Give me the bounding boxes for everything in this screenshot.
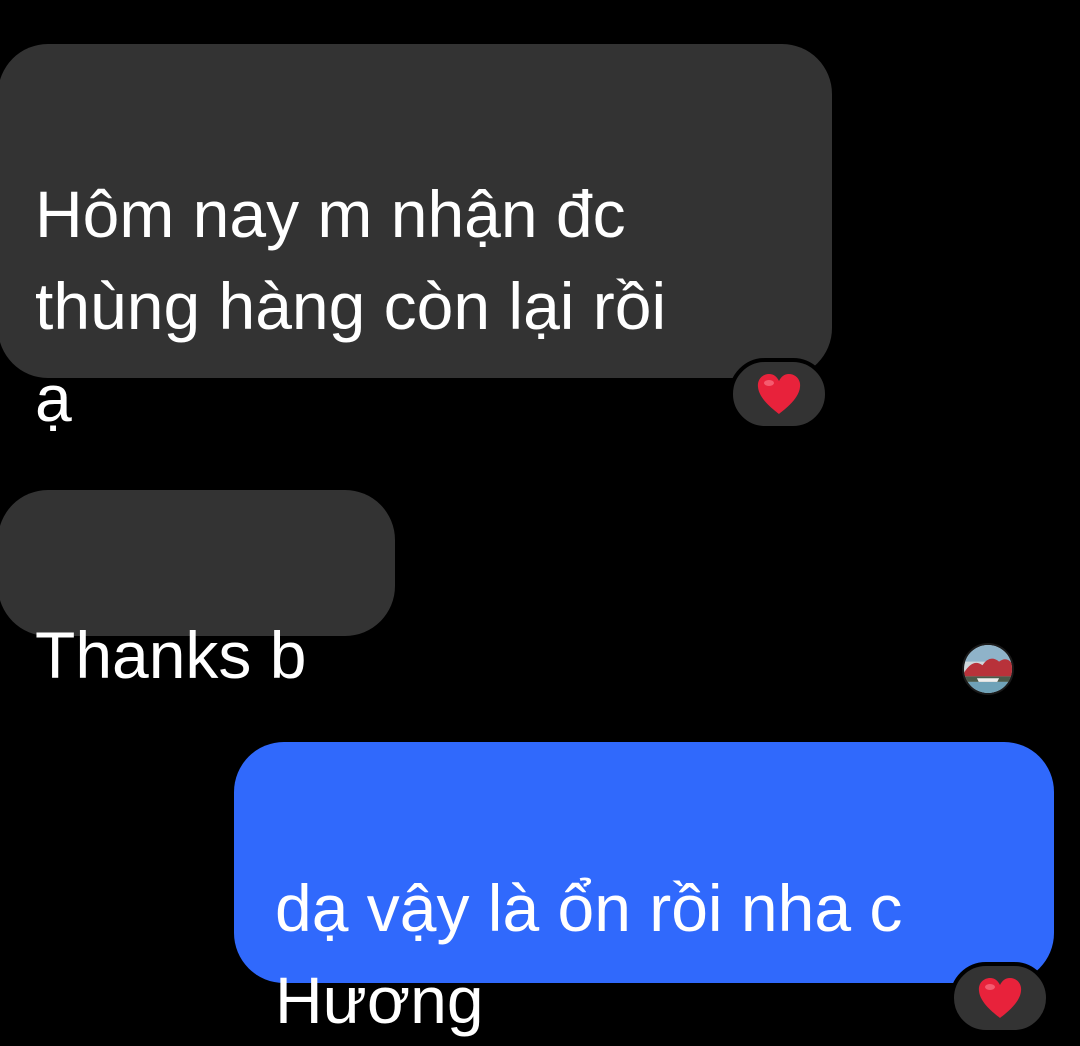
message-text: Thanks b [35,618,307,692]
seen-avatar [962,643,1014,695]
message-bubble-incoming[interactable]: Hôm nay m nhận đc thùng hàng còn lại rồi… [0,44,832,435]
avatar-image [964,645,1012,693]
message-text: dạ vậy là ổn rồi nha c Hương [275,871,903,1037]
message-text: Hôm nay m nhận đc thùng hàng còn lại rồi… [35,177,667,435]
message-reaction[interactable] [950,962,1050,1034]
chat-thread: Hôm nay m nhận đc thùng hàng còn lại rồi… [0,0,1080,1046]
message-reaction[interactable] [729,358,829,430]
heart-icon [757,374,801,414]
heart-icon [978,978,1022,1018]
message-bubble-outgoing[interactable]: dạ vậy là ổn rồi nha c Hương [234,742,1054,1037]
message-bubble-incoming[interactable]: Thanks b [0,490,395,692]
